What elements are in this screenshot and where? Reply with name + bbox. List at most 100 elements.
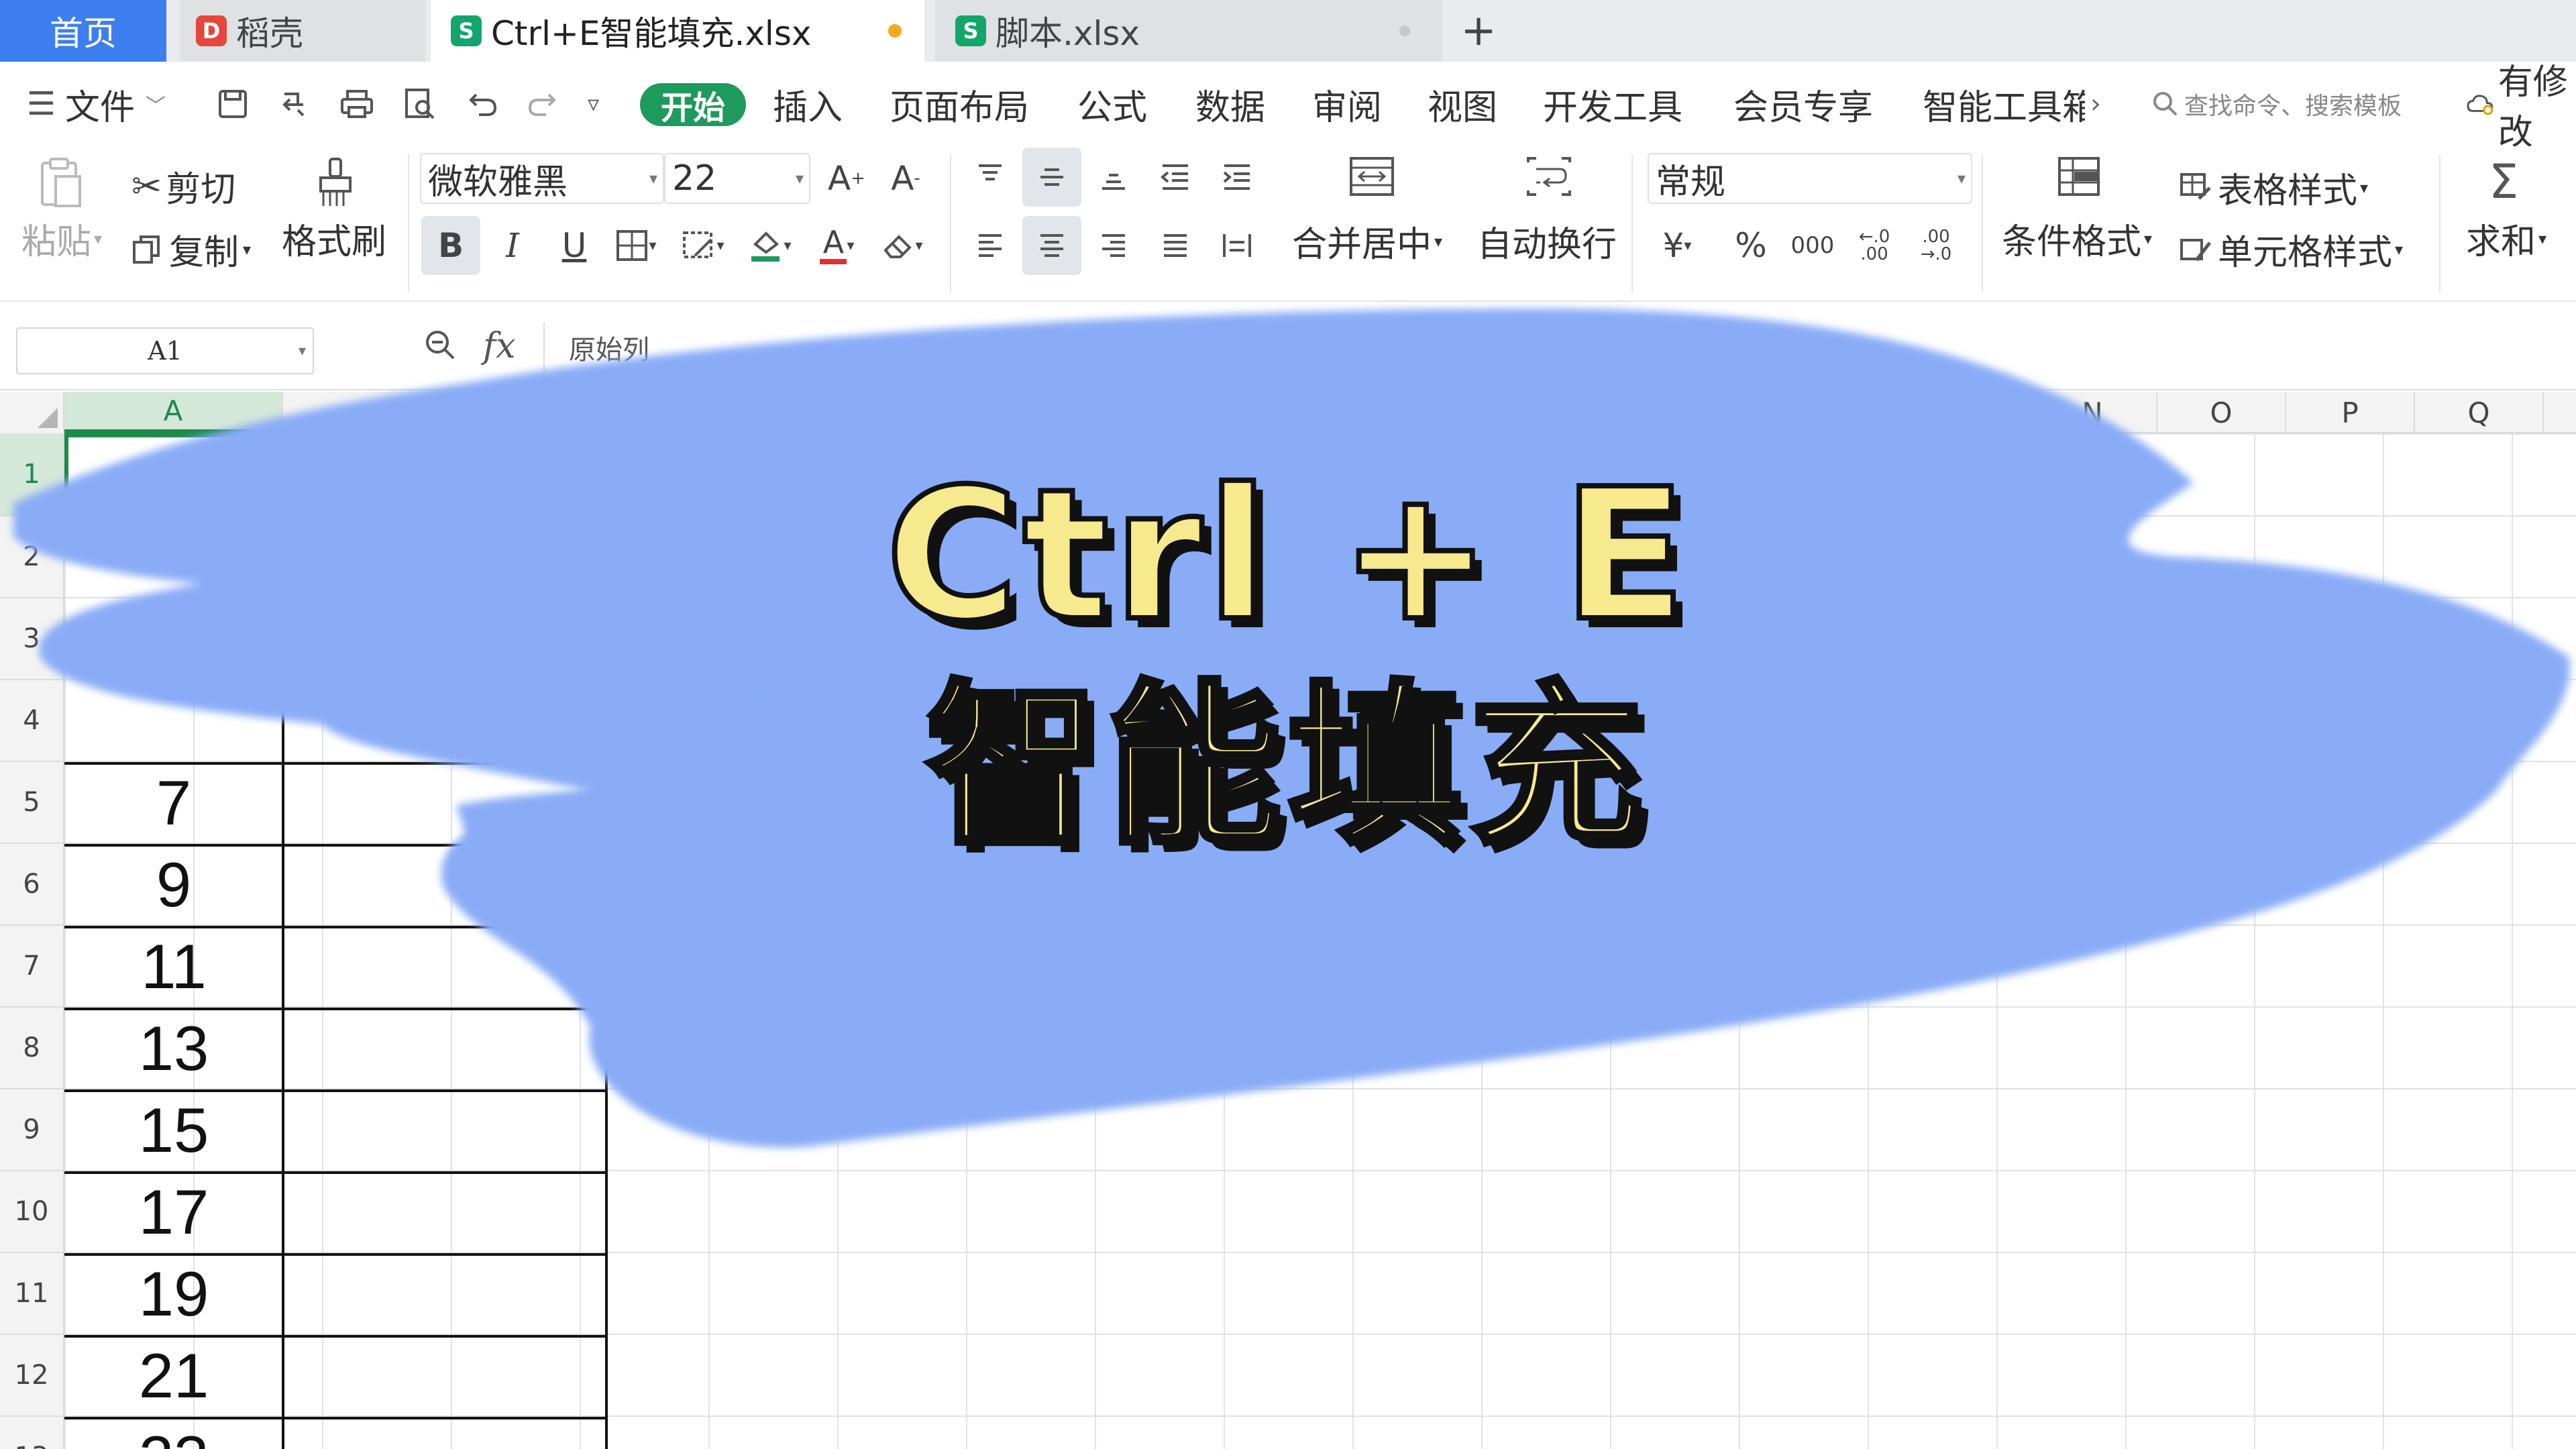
increase-indent-icon[interactable] xyxy=(1208,148,1267,207)
underline-button[interactable]: U xyxy=(545,216,604,275)
menu-smart-toolbox[interactable]: 智能工具箱 xyxy=(1923,62,2085,146)
column-header-o[interactable]: O xyxy=(2157,392,2286,433)
tab-home[interactable]: 首页 xyxy=(0,0,166,62)
tab-close-dot-icon[interactable] xyxy=(1399,25,1410,36)
column-header-p[interactable]: P xyxy=(2286,392,2415,433)
column-header-a[interactable]: A xyxy=(64,392,283,433)
merge-center-button[interactable]: 合并居中 ▾ xyxy=(1292,216,1442,266)
merge-center-icon[interactable] xyxy=(1348,156,1395,197)
align-top-icon[interactable] xyxy=(961,148,1020,207)
sum-button[interactable]: 求和 ▾ xyxy=(2466,213,2546,264)
tab-other-file[interactable]: S 脚本.xlsx xyxy=(935,0,1442,62)
bold-button[interactable]: B xyxy=(421,216,480,275)
paste-button[interactable]: 粘贴 ▾ xyxy=(21,213,102,264)
name-box[interactable]: A1 ▾ xyxy=(16,327,314,374)
menu-review[interactable]: 审阅 xyxy=(1312,62,1382,146)
clear-format-eraser-icon[interactable]: ▾ xyxy=(872,216,931,275)
copy-button[interactable]: 复制 ▾ xyxy=(131,224,251,274)
conditional-format-button[interactable]: 条件格式 ▾ xyxy=(2002,213,2152,264)
increase-decimal-button[interactable]: ←.0 .00 xyxy=(1845,216,1904,275)
cell-a4[interactable]: 5 xyxy=(64,680,283,762)
distributed-align-icon[interactable] xyxy=(1208,216,1267,275)
row-header-10[interactable]: 10 xyxy=(0,1171,63,1253)
share-cloud-icon[interactable] xyxy=(278,62,311,146)
format-painter-icon[interactable] xyxy=(310,153,361,213)
file-menu[interactable]: ☰ 文件 ﹀ xyxy=(27,62,166,146)
decrease-indent-icon[interactable] xyxy=(1146,148,1205,207)
paste-icon[interactable] xyxy=(20,153,101,213)
wrap-text-icon[interactable] xyxy=(1525,156,1572,197)
cloud-sync-status[interactable]: 有修改 xyxy=(2466,62,2576,153)
print-preview-icon[interactable] xyxy=(402,62,437,146)
menu-insert[interactable]: 插入 xyxy=(773,62,843,146)
quick-access-dropdown-icon[interactable]: ▿ xyxy=(588,62,599,146)
row-header-11[interactable]: 11 xyxy=(0,1253,63,1335)
save-icon[interactable] xyxy=(216,62,250,146)
percent-format-button[interactable]: % xyxy=(1721,216,1780,275)
cell-a9[interactable]: 15 xyxy=(64,1089,283,1171)
sum-sigma-icon[interactable]: Σ xyxy=(2489,154,2518,209)
cell-a5[interactable]: 7 xyxy=(64,762,283,844)
menu-view[interactable]: 视图 xyxy=(1428,62,1497,146)
cell-a12[interactable]: 21 xyxy=(64,1335,283,1417)
increase-font-size-icon[interactable]: A + xyxy=(817,149,876,208)
align-bottom-icon[interactable] xyxy=(1084,148,1143,207)
menu-more-arrow-icon[interactable]: › xyxy=(2090,62,2101,146)
tab-daoke[interactable]: D 稻壳 xyxy=(180,0,425,62)
row-header-12[interactable]: 12 xyxy=(0,1335,63,1417)
new-tab-button[interactable]: + xyxy=(1454,0,1503,62)
menu-page-layout[interactable]: 页面布局 xyxy=(890,62,1029,146)
menu-member[interactable]: 会员专享 xyxy=(1733,62,1873,146)
cell-fill-style-icon[interactable]: ▾ xyxy=(674,216,733,275)
command-search[interactable]: 查找命令、搜索模板 xyxy=(2151,62,2402,146)
redo-icon[interactable] xyxy=(526,62,558,146)
row-header-8[interactable]: 8 xyxy=(0,1008,63,1089)
row-header-7[interactable]: 7 xyxy=(0,926,63,1008)
conditional-format-icon[interactable] xyxy=(2057,156,2101,197)
row-header-13[interactable]: 13 xyxy=(0,1417,63,1449)
currency-format-button[interactable]: ¥ ▾ xyxy=(1648,216,1707,275)
row-header-3[interactable]: 3 xyxy=(0,598,63,680)
borders-icon[interactable]: ▾ xyxy=(606,216,665,275)
row-header-5[interactable]: 5 xyxy=(0,762,63,844)
cut-button[interactable]: ✂ 剪切 xyxy=(131,161,235,211)
active-cell-a1[interactable] xyxy=(64,433,283,517)
justify-icon[interactable] xyxy=(1146,216,1205,275)
decrease-font-size-icon[interactable]: A- xyxy=(876,149,935,208)
menu-developer[interactable]: 开发工具 xyxy=(1543,62,1682,146)
number-format-select[interactable]: 常规 ▾ xyxy=(1648,153,1972,204)
row-header-1[interactable]: 1 xyxy=(0,433,63,517)
row-header-6[interactable]: 6 xyxy=(0,844,63,926)
zoom-search-icon[interactable] xyxy=(423,327,458,371)
cell-a13[interactable]: 23 xyxy=(64,1417,283,1449)
menu-formulas[interactable]: 公式 xyxy=(1077,62,1147,146)
column-header-n[interactable]: N xyxy=(2029,392,2157,433)
undo-icon[interactable] xyxy=(467,62,499,146)
row-header-9[interactable]: 9 xyxy=(0,1089,63,1171)
cell-a11[interactable]: 19 xyxy=(64,1253,283,1335)
tab-active-file[interactable]: S Ctrl+E智能填充.xlsx xyxy=(431,0,924,62)
align-middle-icon[interactable] xyxy=(1022,148,1081,207)
align-left-icon[interactable] xyxy=(961,216,1020,275)
italic-button[interactable]: I xyxy=(483,216,542,275)
print-icon[interactable] xyxy=(339,62,374,146)
wrap-text-button[interactable]: 自动换行 xyxy=(1477,216,1617,266)
table-style-button[interactable]: 表格样式 ▾ xyxy=(2179,162,2368,213)
format-painter-button[interactable]: 格式刷 xyxy=(282,213,386,264)
formula-input[interactable]: 原始列 xyxy=(543,322,2569,373)
cell-a8[interactable]: 13 xyxy=(64,1008,283,1089)
cell-a7[interactable]: 11 xyxy=(64,926,283,1008)
decrease-decimal-button[interactable]: .00 →.0 xyxy=(1907,216,1966,275)
font-name-select[interactable]: 微软雅黑 ▾ xyxy=(420,153,664,204)
thousands-separator-button[interactable]: 000 xyxy=(1783,216,1842,275)
menu-data[interactable]: 数据 xyxy=(1195,62,1265,146)
cell-a6[interactable]: 9 xyxy=(64,844,283,926)
row-header-2[interactable]: 2 xyxy=(0,517,63,598)
row-header-4[interactable]: 4 xyxy=(0,680,63,762)
select-all-corner[interactable] xyxy=(0,392,64,433)
font-color-icon[interactable]: A ▾ xyxy=(808,216,867,275)
menu-start-tab[interactable]: 开始 xyxy=(640,83,746,127)
cell-style-button[interactable]: 单元格样式 ▾ xyxy=(2179,224,2403,274)
column-header-q[interactable]: Q xyxy=(2415,392,2544,433)
cell-a10[interactable]: 17 xyxy=(64,1171,283,1253)
